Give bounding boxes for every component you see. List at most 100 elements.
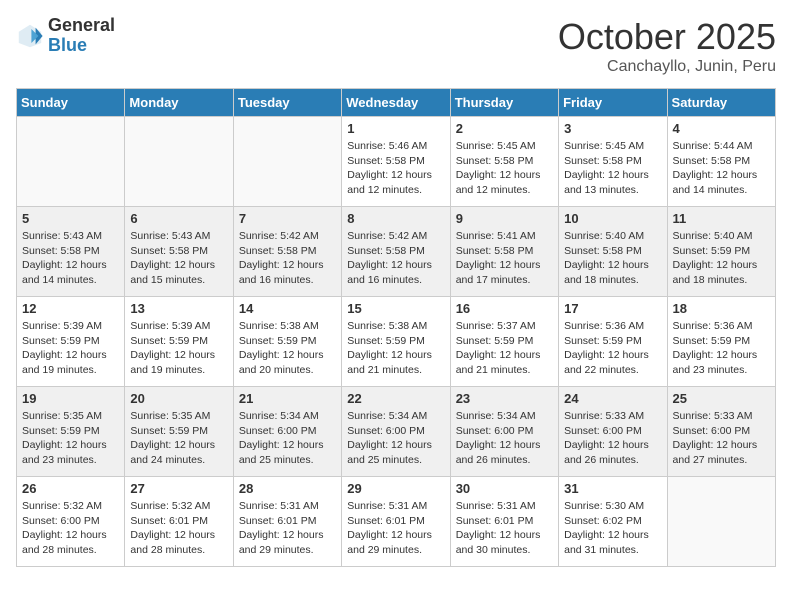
day-header-tuesday: Tuesday <box>233 89 341 117</box>
day-info: Sunrise: 5:36 AM Sunset: 5:59 PM Dayligh… <box>564 319 661 378</box>
calendar-cell: 27 Sunrise: 5:32 AM Sunset: 6:01 PM Dayli… <box>125 477 233 567</box>
calendar-cell <box>125 117 233 207</box>
day-info: Sunrise: 5:34 AM Sunset: 6:00 PM Dayligh… <box>456 409 553 468</box>
day-info: Sunrise: 5:31 AM Sunset: 6:01 PM Dayligh… <box>347 499 444 558</box>
calendar-cell: 31 Sunrise: 5:30 AM Sunset: 6:02 PM Dayli… <box>559 477 667 567</box>
day-number: 31 <box>564 481 661 496</box>
day-number: 30 <box>456 481 553 496</box>
day-info: Sunrise: 5:35 AM Sunset: 5:59 PM Dayligh… <box>22 409 119 468</box>
calendar-cell <box>17 117 125 207</box>
calendar-cell: 16 Sunrise: 5:37 AM Sunset: 5:59 PM Dayli… <box>450 297 558 387</box>
calendar-cell: 26 Sunrise: 5:32 AM Sunset: 6:00 PM Dayli… <box>17 477 125 567</box>
day-number: 12 <box>22 301 119 316</box>
day-header-saturday: Saturday <box>667 89 775 117</box>
day-number: 1 <box>347 121 444 136</box>
calendar-week-row: 5 Sunrise: 5:43 AM Sunset: 5:58 PM Daylig… <box>17 207 776 297</box>
day-header-friday: Friday <box>559 89 667 117</box>
day-header-wednesday: Wednesday <box>342 89 450 117</box>
calendar-cell: 12 Sunrise: 5:39 AM Sunset: 5:59 PM Dayli… <box>17 297 125 387</box>
page-header: General Blue October 2025 Canchayllo, Ju… <box>16 16 776 76</box>
day-number: 21 <box>239 391 336 406</box>
day-number: 27 <box>130 481 227 496</box>
calendar-cell: 8Sunrise: 5:42 AM Sunset: 5:58 PM Daylig… <box>342 207 450 297</box>
calendar-cell: 29 Sunrise: 5:31 AM Sunset: 6:01 PM Dayli… <box>342 477 450 567</box>
day-info: Sunrise: 5:32 AM Sunset: 6:00 PM Dayligh… <box>22 499 119 558</box>
day-number: 5 <box>22 211 119 226</box>
location-subtitle: Canchayllo, Junin, Peru <box>558 58 776 76</box>
day-info: Sunrise: 5:30 AM Sunset: 6:02 PM Dayligh… <box>564 499 661 558</box>
day-number: 16 <box>456 301 553 316</box>
day-number: 3 <box>564 121 661 136</box>
calendar-cell: 17 Sunrise: 5:36 AM Sunset: 5:59 PM Dayli… <box>559 297 667 387</box>
day-number: 15 <box>347 301 444 316</box>
day-info: Sunrise: 5:40 AM Sunset: 5:58 PM Dayligh… <box>564 229 661 288</box>
day-number: 2 <box>456 121 553 136</box>
calendar-cell: 11Sunrise: 5:40 AM Sunset: 5:59 PM Dayli… <box>667 207 775 297</box>
day-number: 11 <box>673 211 770 226</box>
day-number: 22 <box>347 391 444 406</box>
day-number: 18 <box>673 301 770 316</box>
calendar-header-row: SundayMondayTuesdayWednesdayThursdayFrid… <box>17 89 776 117</box>
calendar-cell: 28 Sunrise: 5:31 AM Sunset: 6:01 PM Dayli… <box>233 477 341 567</box>
calendar-cell: 22Sunrise: 5:34 AM Sunset: 6:00 PM Dayli… <box>342 387 450 477</box>
day-number: 23 <box>456 391 553 406</box>
calendar-cell: 15 Sunrise: 5:38 AM Sunset: 5:59 PM Dayli… <box>342 297 450 387</box>
day-number: 8 <box>347 211 444 226</box>
day-info: Sunrise: 5:35 AM Sunset: 5:59 PM Dayligh… <box>130 409 227 468</box>
calendar-cell: 4 Sunrise: 5:44 AM Sunset: 5:58 PM Daylig… <box>667 117 775 207</box>
calendar-cell: 9 Sunrise: 5:41 AM Sunset: 5:58 PM Daylig… <box>450 207 558 297</box>
day-info: Sunrise: 5:45 AM Sunset: 5:58 PM Dayligh… <box>564 139 661 198</box>
calendar-week-row: 1 Sunrise: 5:46 AM Sunset: 5:58 PM Daylig… <box>17 117 776 207</box>
logo-blue-text: Blue <box>48 36 115 56</box>
day-number: 10 <box>564 211 661 226</box>
calendar-cell: 24Sunrise: 5:33 AM Sunset: 6:00 PM Dayli… <box>559 387 667 477</box>
day-info: Sunrise: 5:39 AM Sunset: 5:59 PM Dayligh… <box>130 319 227 378</box>
calendar-cell: 6 Sunrise: 5:43 AM Sunset: 5:58 PM Daylig… <box>125 207 233 297</box>
calendar-cell: 20Sunrise: 5:35 AM Sunset: 5:59 PM Dayli… <box>125 387 233 477</box>
day-info: Sunrise: 5:43 AM Sunset: 5:58 PM Dayligh… <box>130 229 227 288</box>
day-number: 13 <box>130 301 227 316</box>
day-number: 7 <box>239 211 336 226</box>
calendar-cell: 10 Sunrise: 5:40 AM Sunset: 5:58 PM Dayli… <box>559 207 667 297</box>
calendar-table: SundayMondayTuesdayWednesdayThursdayFrid… <box>16 88 776 567</box>
day-number: 6 <box>130 211 227 226</box>
day-number: 14 <box>239 301 336 316</box>
calendar-cell: 7 Sunrise: 5:42 AM Sunset: 5:58 PM Daylig… <box>233 207 341 297</box>
calendar-cell: 13 Sunrise: 5:39 AM Sunset: 5:59 PM Dayli… <box>125 297 233 387</box>
day-number: 29 <box>347 481 444 496</box>
day-info: Sunrise: 5:45 AM Sunset: 5:58 PM Dayligh… <box>456 139 553 198</box>
day-number: 4 <box>673 121 770 136</box>
calendar-cell: 23 Sunrise: 5:34 AM Sunset: 6:00 PM Dayli… <box>450 387 558 477</box>
calendar-week-row: 12 Sunrise: 5:39 AM Sunset: 5:59 PM Dayli… <box>17 297 776 387</box>
day-info: Sunrise: 5:36 AM Sunset: 5:59 PM Dayligh… <box>673 319 770 378</box>
calendar-cell <box>667 477 775 567</box>
day-number: 19 <box>22 391 119 406</box>
logo-icon <box>16 22 44 50</box>
day-number: 26 <box>22 481 119 496</box>
day-info: Sunrise: 5:31 AM Sunset: 6:01 PM Dayligh… <box>239 499 336 558</box>
day-info: Sunrise: 5:38 AM Sunset: 5:59 PM Dayligh… <box>347 319 444 378</box>
day-info: Sunrise: 5:34 AM Sunset: 6:00 PM Dayligh… <box>239 409 336 468</box>
calendar-week-row: 19 Sunrise: 5:35 AM Sunset: 5:59 PM Dayli… <box>17 387 776 477</box>
day-info: Sunrise: 5:39 AM Sunset: 5:59 PM Dayligh… <box>22 319 119 378</box>
day-info: Sunrise: 5:42 AM Sunset: 5:58 PM Dayligh… <box>239 229 336 288</box>
calendar-cell: 5Sunrise: 5:43 AM Sunset: 5:58 PM Daylig… <box>17 207 125 297</box>
day-info: Sunrise: 5:32 AM Sunset: 6:01 PM Dayligh… <box>130 499 227 558</box>
day-info: Sunrise: 5:41 AM Sunset: 5:58 PM Dayligh… <box>456 229 553 288</box>
day-number: 17 <box>564 301 661 316</box>
calendar-cell: 1 Sunrise: 5:46 AM Sunset: 5:58 PM Daylig… <box>342 117 450 207</box>
calendar-cell: 18 Sunrise: 5:36 AM Sunset: 5:59 PM Dayli… <box>667 297 775 387</box>
calendar-cell: 30Sunrise: 5:31 AM Sunset: 6:01 PM Dayli… <box>450 477 558 567</box>
day-info: Sunrise: 5:46 AM Sunset: 5:58 PM Dayligh… <box>347 139 444 198</box>
day-info: Sunrise: 5:44 AM Sunset: 5:58 PM Dayligh… <box>673 139 770 198</box>
day-number: 9 <box>456 211 553 226</box>
day-header-thursday: Thursday <box>450 89 558 117</box>
logo-text: General Blue <box>48 16 115 56</box>
day-info: Sunrise: 5:33 AM Sunset: 6:00 PM Dayligh… <box>673 409 770 468</box>
calendar-cell: 25 Sunrise: 5:33 AM Sunset: 6:00 PM Dayli… <box>667 387 775 477</box>
calendar-cell: 19 Sunrise: 5:35 AM Sunset: 5:59 PM Dayli… <box>17 387 125 477</box>
calendar-cell: 21 Sunrise: 5:34 AM Sunset: 6:00 PM Dayli… <box>233 387 341 477</box>
day-number: 25 <box>673 391 770 406</box>
day-info: Sunrise: 5:37 AM Sunset: 5:59 PM Dayligh… <box>456 319 553 378</box>
day-number: 28 <box>239 481 336 496</box>
